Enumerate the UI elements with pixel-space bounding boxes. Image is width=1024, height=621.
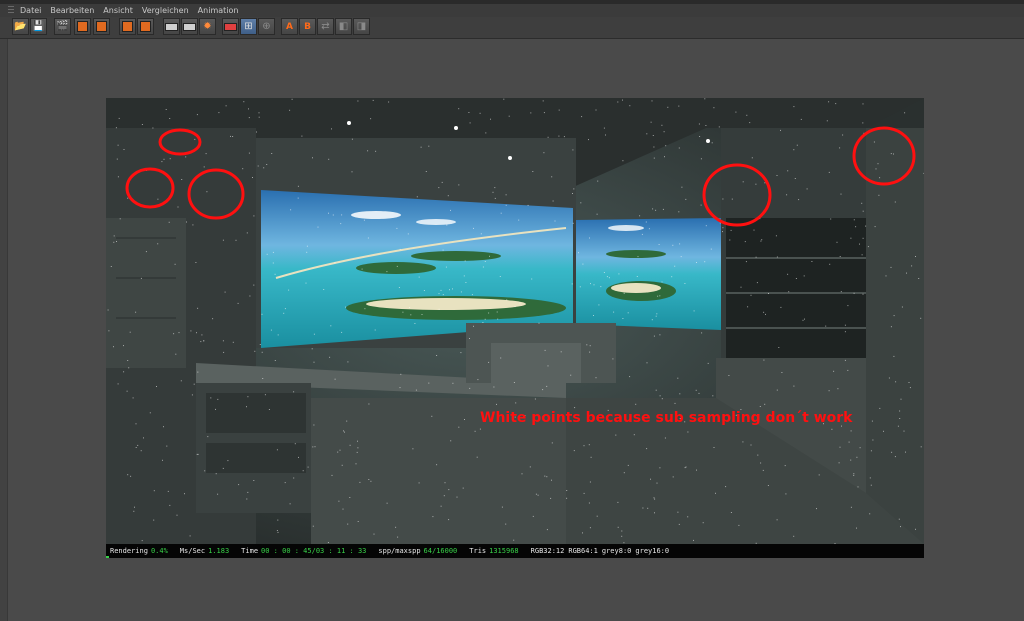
render-region-icon <box>77 21 88 32</box>
render-image <box>106 98 924 544</box>
split-button[interactable]: ◧ <box>335 18 352 35</box>
clapper-icon: 🎬 <box>56 20 69 32</box>
tris-label: Tris <box>469 547 487 555</box>
grey16-value: grey16:0 <box>635 547 670 555</box>
menu-bar: Datei Bearbeiten Ansicht Vergleichen Ani… <box>0 4 1024 17</box>
split-icon: ◧ <box>338 20 349 32</box>
menu-vergleichen[interactable]: Vergleichen <box>142 6 189 15</box>
save-button[interactable]: 💾 <box>30 18 47 35</box>
annotation-text: White points because sub sampling don´t … <box>480 410 853 426</box>
time-value: 00 : 00 : 45/03 : 11 : 33 <box>261 547 367 555</box>
render-progress-bar <box>106 556 109 558</box>
compare-a-icon: A <box>286 21 293 32</box>
zoom-button[interactable]: ⊕ <box>258 18 275 35</box>
diff-icon: ◨ <box>356 20 367 32</box>
copy-image-icon <box>140 21 151 32</box>
open-button[interactable]: 📂 <box>12 18 29 35</box>
toolbar: 📂 💾 🎬 ✹ ⊞ ⊕ A B ⇄ ◧ ◨ <box>0 17 1024 39</box>
render-settings-icon <box>96 21 107 32</box>
time-label: Time <box>241 547 259 555</box>
swap-icon: ⇄ <box>321 20 330 32</box>
compare-button[interactable] <box>222 18 239 35</box>
ms-sec-label: Ms/Sec <box>179 547 206 555</box>
display-region-button[interactable] <box>163 18 180 35</box>
compare-icon <box>224 22 237 31</box>
render-settings-button[interactable] <box>93 18 110 35</box>
save-file-icon: 💾 <box>32 20 45 32</box>
menu-ansicht[interactable]: Ansicht <box>103 6 133 15</box>
grey8-value: grey8:0 <box>601 547 632 555</box>
zoom-icon: ⊕ <box>262 20 271 32</box>
compare-b-button[interactable]: B <box>299 18 316 35</box>
spp-label: spp/maxspp <box>378 547 421 555</box>
grip-handle-icon[interactable] <box>8 6 14 15</box>
settings-button[interactable]: ✹ <box>199 18 216 35</box>
tris-value: 1315968 <box>489 547 519 555</box>
swap-button[interactable]: ⇄ <box>317 18 334 35</box>
rendering-value: 0.4% <box>150 547 168 555</box>
menu-datei[interactable]: Datei <box>20 6 41 15</box>
render-view[interactable]: White points because sub sampling don´t … <box>106 98 924 544</box>
snapshot-icon <box>122 21 133 32</box>
status-bar: Rendering 0.4% Ms/Sec 1.183 Time 00 : 00… <box>106 544 924 558</box>
compare-b-icon: B <box>304 21 311 32</box>
animation-button[interactable]: 🎬 <box>54 18 71 35</box>
menu-bearbeiten[interactable]: Bearbeiten <box>50 6 94 15</box>
left-panel-edge <box>0 39 8 621</box>
render-region-button[interactable] <box>74 18 91 35</box>
diff-button[interactable]: ◨ <box>353 18 370 35</box>
rgb32-value: RGB32:12 <box>530 547 565 555</box>
fit-view-icon: ⊞ <box>244 20 253 32</box>
display-region-icon <box>165 22 178 31</box>
rgb64-value: RGB64:1 <box>568 547 598 555</box>
gear-icon: ✹ <box>203 20 212 32</box>
spp-value: 64/16000 <box>423 547 458 555</box>
rendering-label: Rendering <box>110 547 148 555</box>
camera-button[interactable] <box>181 18 198 35</box>
open-file-icon: 📂 <box>14 20 27 32</box>
snapshot-button[interactable] <box>119 18 136 35</box>
camera-icon <box>183 22 196 31</box>
ms-sec-value: 1.183 <box>208 547 230 555</box>
menu-animation[interactable]: Animation <box>198 6 239 15</box>
fit-view-button[interactable]: ⊞ <box>240 18 257 35</box>
compare-a-button[interactable]: A <box>281 18 298 35</box>
copy-image-button[interactable] <box>137 18 154 35</box>
